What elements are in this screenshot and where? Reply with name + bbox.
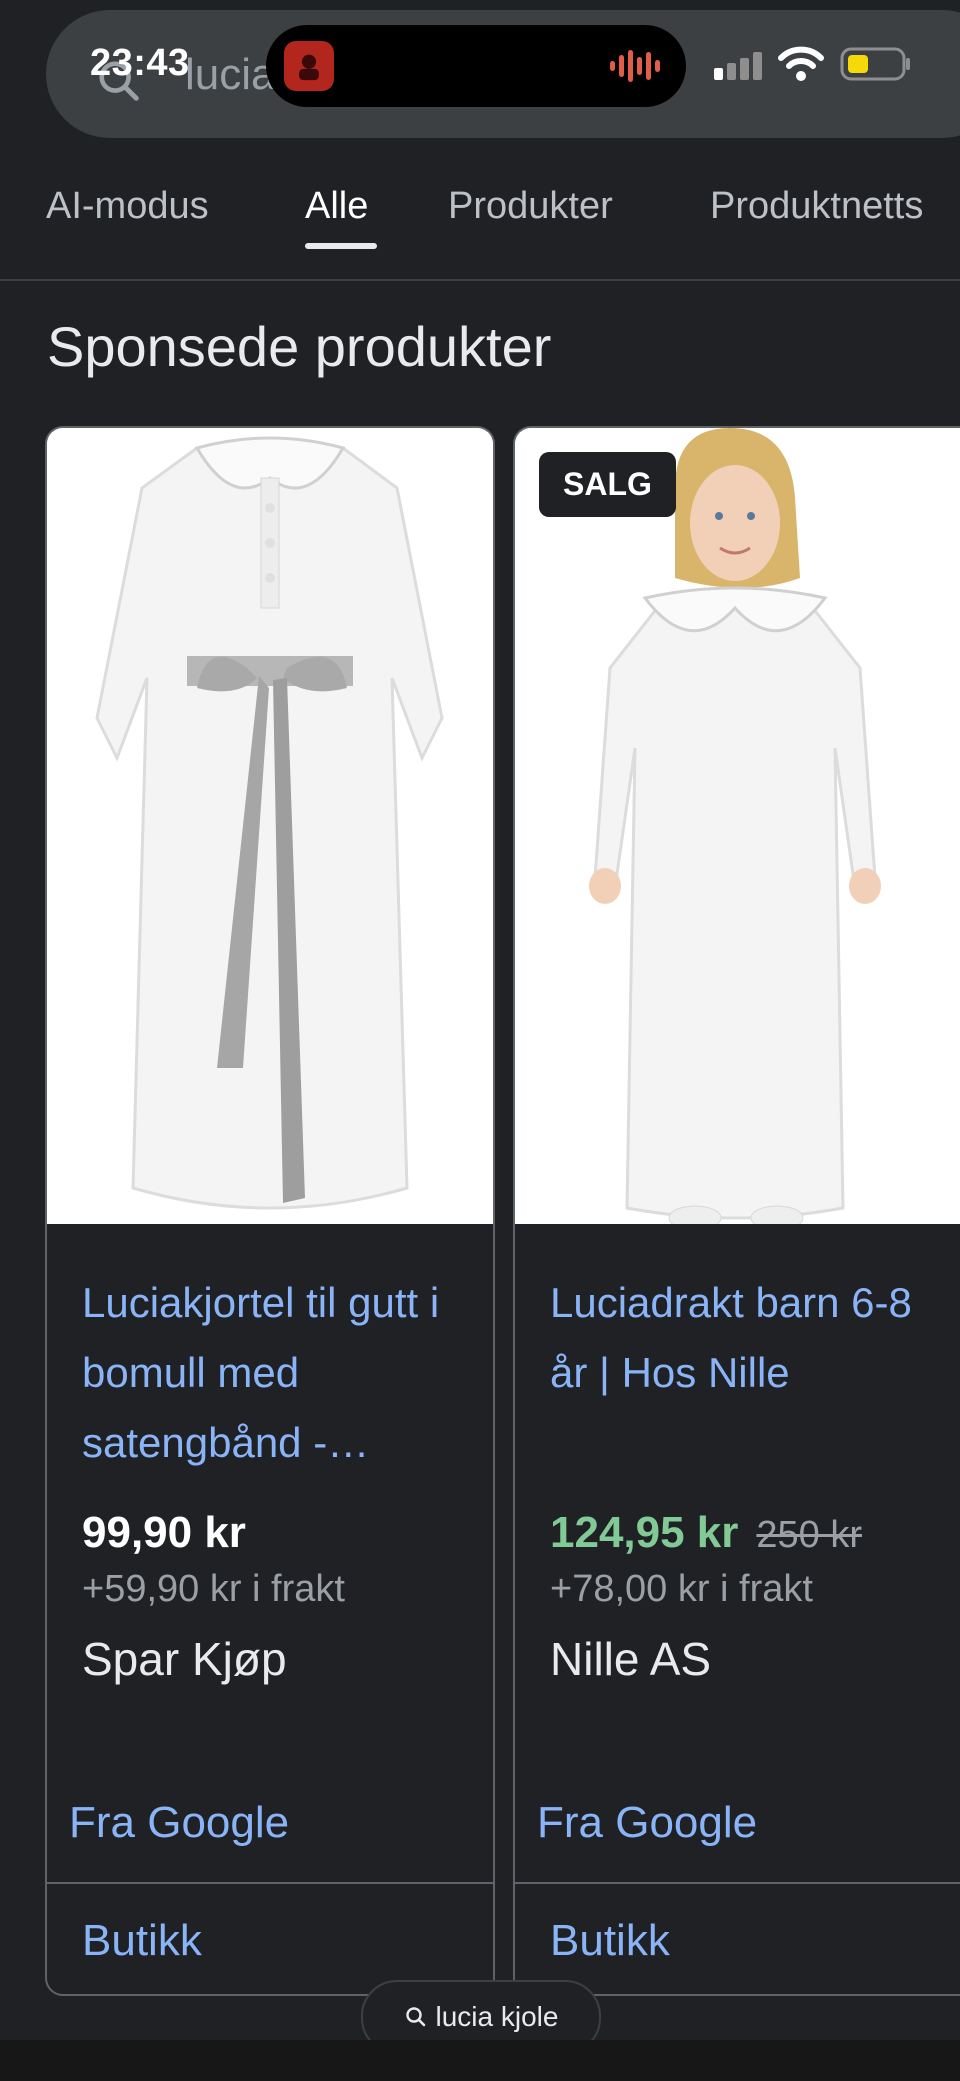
card-divider	[47, 1882, 493, 1884]
search-query[interactable]: lucia	[185, 50, 276, 100]
original-price: 250 kr	[756, 1514, 863, 1556]
product-title[interactable]: Luciadrakt barn 6-8 år | Hos Nille	[550, 1268, 940, 1408]
tab-products[interactable]: Produkter	[448, 185, 613, 228]
merchant-name: Nille AS	[550, 1633, 712, 1685]
shop-link[interactable]: Butikk	[82, 1916, 202, 1966]
search-tabs: AI-modus Alle Produkter Produktnetts	[0, 175, 960, 279]
floating-search-label: lucia kjole	[435, 2001, 559, 2032]
product-image[interactable]: SALG	[515, 428, 960, 1231]
from-google-link[interactable]: Fra Google	[537, 1798, 757, 1848]
battery-icon	[840, 46, 912, 87]
product-card[interactable]: SALG Luciadrakt barn 6-8 år | Hos Nille …	[513, 426, 960, 1996]
shop-link[interactable]: Butikk	[550, 1916, 670, 1966]
product-image[interactable]	[47, 428, 493, 1224]
from-google-link[interactable]: Fra Google	[69, 1798, 289, 1848]
shipping-cost: +78,00 kr i frakt	[550, 1568, 813, 1610]
active-tab-indicator	[305, 243, 377, 249]
status-time: 23:43	[90, 42, 190, 84]
product-price: 99,90 kr	[82, 1508, 246, 1557]
sale-price: 124,95 kr	[550, 1508, 739, 1557]
product-card[interactable]: Luciakjortel til gutt i bomull med saten…	[45, 426, 495, 1996]
card-divider	[515, 1882, 960, 1884]
audio-wave-icon	[608, 47, 664, 90]
shipping-cost: +59,90 kr i frakt	[82, 1568, 345, 1610]
tab-all[interactable]: Alle	[305, 185, 368, 228]
price-row: 124,95 kr 250 kr	[550, 1508, 862, 1558]
wifi-icon	[778, 46, 824, 87]
tab-ai-mode[interactable]: AI-modus	[46, 185, 209, 228]
search-icon	[405, 2007, 425, 2027]
merchant-name: Spar Kjøp	[82, 1633, 287, 1685]
section-title: Sponsede produkter	[47, 315, 552, 378]
tab-product-stores[interactable]: Produktnetts	[710, 185, 923, 228]
bottom-strip	[0, 2040, 960, 2081]
dynamic-island	[266, 25, 686, 107]
price-row: 99,90 kr	[82, 1508, 246, 1558]
tabs-divider	[0, 279, 960, 281]
cellular-signal-icon	[714, 52, 764, 85]
product-title[interactable]: Luciakjortel til gutt i bomull med saten…	[82, 1268, 472, 1478]
sale-badge: SALG	[539, 452, 676, 517]
app-icon	[284, 41, 334, 91]
